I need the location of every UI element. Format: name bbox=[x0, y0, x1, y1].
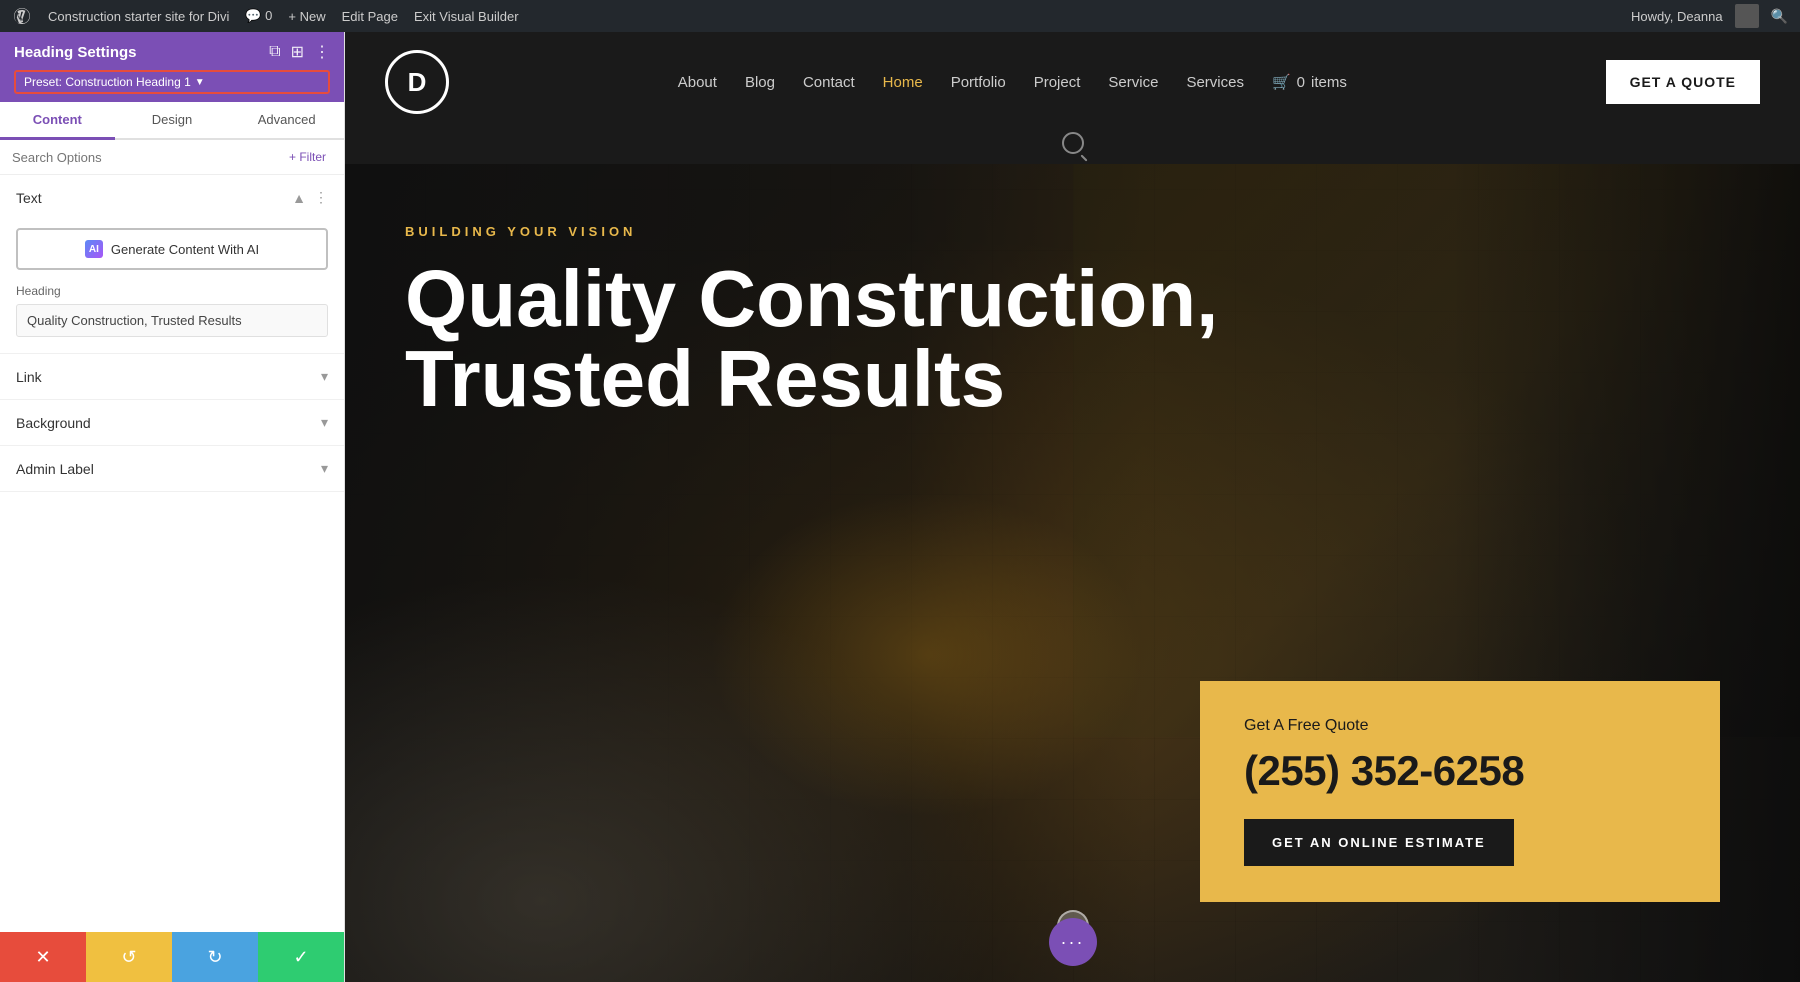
text-section-actions: ▲ ⋮ bbox=[292, 189, 328, 206]
quote-card: Get A Free Quote (255) 352-6258 GET AN O… bbox=[1200, 681, 1720, 902]
hero-content: BUILDING YOUR VISION Quality Constructio… bbox=[345, 164, 1800, 489]
link-section[interactable]: Link ▾ bbox=[0, 354, 344, 400]
exit-vb-button[interactable]: Exit Visual Builder bbox=[414, 9, 519, 24]
hero-eyebrow: BUILDING YOUR VISION bbox=[405, 224, 1740, 239]
user-avatar bbox=[1735, 4, 1759, 28]
dots-icon: ··· bbox=[1061, 932, 1085, 953]
preset-label: Preset: Construction Heading 1 bbox=[24, 75, 191, 89]
online-estimate-button[interactable]: GET AN ONLINE ESTIMATE bbox=[1244, 819, 1514, 866]
comments-count[interactable]: 💬 0 bbox=[245, 8, 272, 24]
save-button[interactable]: ✓ bbox=[258, 932, 344, 982]
quote-card-label: Get A Free Quote bbox=[1244, 717, 1676, 735]
background-section[interactable]: Background ▾ bbox=[0, 400, 344, 446]
tab-advanced[interactable]: Advanced bbox=[229, 102, 344, 140]
panel-title: Heading Settings bbox=[14, 44, 137, 61]
filter-button[interactable]: + Filter bbox=[283, 148, 332, 166]
hero-section: BUILDING YOUR VISION Quality Constructio… bbox=[345, 164, 1800, 982]
text-menu-icon[interactable]: ⋮ bbox=[314, 189, 328, 206]
text-section-title: Text bbox=[16, 190, 42, 206]
preset-arrow-icon: ▼ bbox=[195, 77, 205, 88]
more-icon[interactable]: ⋮ bbox=[314, 42, 330, 62]
admin-label-section[interactable]: Admin Label ▾ bbox=[0, 446, 344, 492]
link-chevron-icon: ▾ bbox=[321, 368, 328, 385]
site-logo: D bbox=[385, 50, 449, 114]
panel-header-top: Heading Settings ⧉ ⊞ ⋮ bbox=[14, 42, 330, 62]
nav-link-portfolio[interactable]: Portfolio bbox=[951, 74, 1006, 91]
admin-bar-right: Howdy, Deanna 🔍 bbox=[1631, 4, 1788, 28]
ai-generate-label: Generate Content With AI bbox=[111, 242, 259, 257]
undo-icon: ↺ bbox=[121, 947, 136, 968]
nav-link-project[interactable]: Project bbox=[1034, 74, 1081, 91]
wp-admin-bar: Construction starter site for Divi 💬 0 +… bbox=[0, 0, 1800, 32]
heading-field-label: Heading bbox=[16, 284, 328, 298]
text-chevron-icon: ▲ bbox=[292, 190, 306, 206]
ai-generate-button[interactable]: AI Generate Content With AI bbox=[16, 228, 328, 270]
cart-items-label: items bbox=[1311, 74, 1347, 91]
admin-bar-left: Construction starter site for Divi 💬 0 +… bbox=[12, 6, 519, 26]
cancel-button[interactable]: ✕ bbox=[0, 932, 86, 982]
admin-label-chevron-icon: ▾ bbox=[321, 460, 328, 477]
panel-header-icons: ⧉ ⊞ ⋮ bbox=[269, 42, 330, 62]
hero-title: Quality Construction, Trusted Results bbox=[405, 259, 1305, 419]
redo-icon: ↻ bbox=[207, 947, 222, 968]
text-section: Text ▲ ⋮ AI Generate Content With AI Hea… bbox=[0, 175, 344, 354]
text-section-content: AI Generate Content With AI Heading bbox=[0, 220, 344, 353]
ai-icon: AI bbox=[85, 240, 103, 258]
tab-content[interactable]: Content bbox=[0, 102, 115, 140]
search-bar: + Filter bbox=[0, 140, 344, 175]
panel-header: Heading Settings ⧉ ⊞ ⋮ Preset: Construct… bbox=[0, 32, 344, 102]
undo-button[interactable]: ↺ bbox=[86, 932, 172, 982]
quote-card-phone: (255) 352-6258 bbox=[1244, 747, 1676, 795]
wp-logo-icon[interactable] bbox=[12, 6, 32, 26]
admin-label-section-title: Admin Label bbox=[16, 461, 94, 477]
background-chevron-icon: ▾ bbox=[321, 414, 328, 431]
panel-tabs: Content Design Advanced bbox=[0, 102, 344, 140]
columns-icon[interactable]: ⊞ bbox=[291, 42, 304, 62]
nav-link-contact[interactable]: Contact bbox=[803, 74, 855, 91]
site-nav: D About Blog Contact Home Portfolio Proj… bbox=[345, 32, 1800, 132]
cart-icon: 🛒 bbox=[1272, 73, 1291, 91]
redo-button[interactable]: ↻ bbox=[172, 932, 258, 982]
cancel-icon: ✕ bbox=[35, 947, 50, 968]
website-preview: D About Blog Contact Home Portfolio Proj… bbox=[345, 32, 1800, 982]
background-section-title: Background bbox=[16, 415, 91, 431]
site-nav-links: About Blog Contact Home Portfolio Projec… bbox=[449, 73, 1576, 91]
search-input[interactable] bbox=[12, 150, 275, 165]
nav-cart[interactable]: 🛒 0 items bbox=[1272, 73, 1347, 91]
new-button[interactable]: + New bbox=[288, 9, 325, 24]
copy-icon[interactable]: ⧉ bbox=[269, 43, 280, 61]
nav-link-home[interactable]: Home bbox=[883, 74, 923, 91]
preset-badge[interactable]: Preset: Construction Heading 1 ▼ bbox=[14, 70, 330, 94]
nav-link-services[interactable]: Services bbox=[1186, 74, 1244, 91]
get-quote-button[interactable]: GET A QUOTE bbox=[1606, 60, 1760, 104]
nav-search-row bbox=[345, 132, 1800, 164]
bottom-toolbar: ✕ ↺ ↻ ✓ bbox=[0, 932, 344, 982]
edit-page-button[interactable]: Edit Page bbox=[342, 9, 398, 24]
panel-content: Text ▲ ⋮ AI Generate Content With AI Hea… bbox=[0, 175, 344, 932]
main-layout: Heading Settings ⧉ ⊞ ⋮ Preset: Construct… bbox=[0, 32, 1800, 982]
admin-search-icon[interactable]: 🔍 bbox=[1771, 8, 1788, 25]
save-icon: ✓ bbox=[293, 947, 308, 968]
nav-link-blog[interactable]: Blog bbox=[745, 74, 775, 91]
preview-area: D About Blog Contact Home Portfolio Proj… bbox=[345, 32, 1800, 982]
site-name-label[interactable]: Construction starter site for Divi bbox=[48, 9, 229, 24]
text-section-header[interactable]: Text ▲ ⋮ bbox=[0, 175, 344, 220]
dots-menu-button[interactable]: ··· bbox=[1049, 918, 1097, 966]
user-greeting: Howdy, Deanna bbox=[1631, 9, 1723, 24]
nav-search-icon[interactable] bbox=[1062, 132, 1084, 154]
link-section-title: Link bbox=[16, 369, 42, 385]
nav-link-about[interactable]: About bbox=[678, 74, 717, 91]
tab-design[interactable]: Design bbox=[115, 102, 230, 140]
heading-input[interactable] bbox=[16, 304, 328, 337]
cart-count: 0 bbox=[1297, 74, 1305, 91]
nav-link-service[interactable]: Service bbox=[1108, 74, 1158, 91]
left-panel: Heading Settings ⧉ ⊞ ⋮ Preset: Construct… bbox=[0, 32, 345, 982]
